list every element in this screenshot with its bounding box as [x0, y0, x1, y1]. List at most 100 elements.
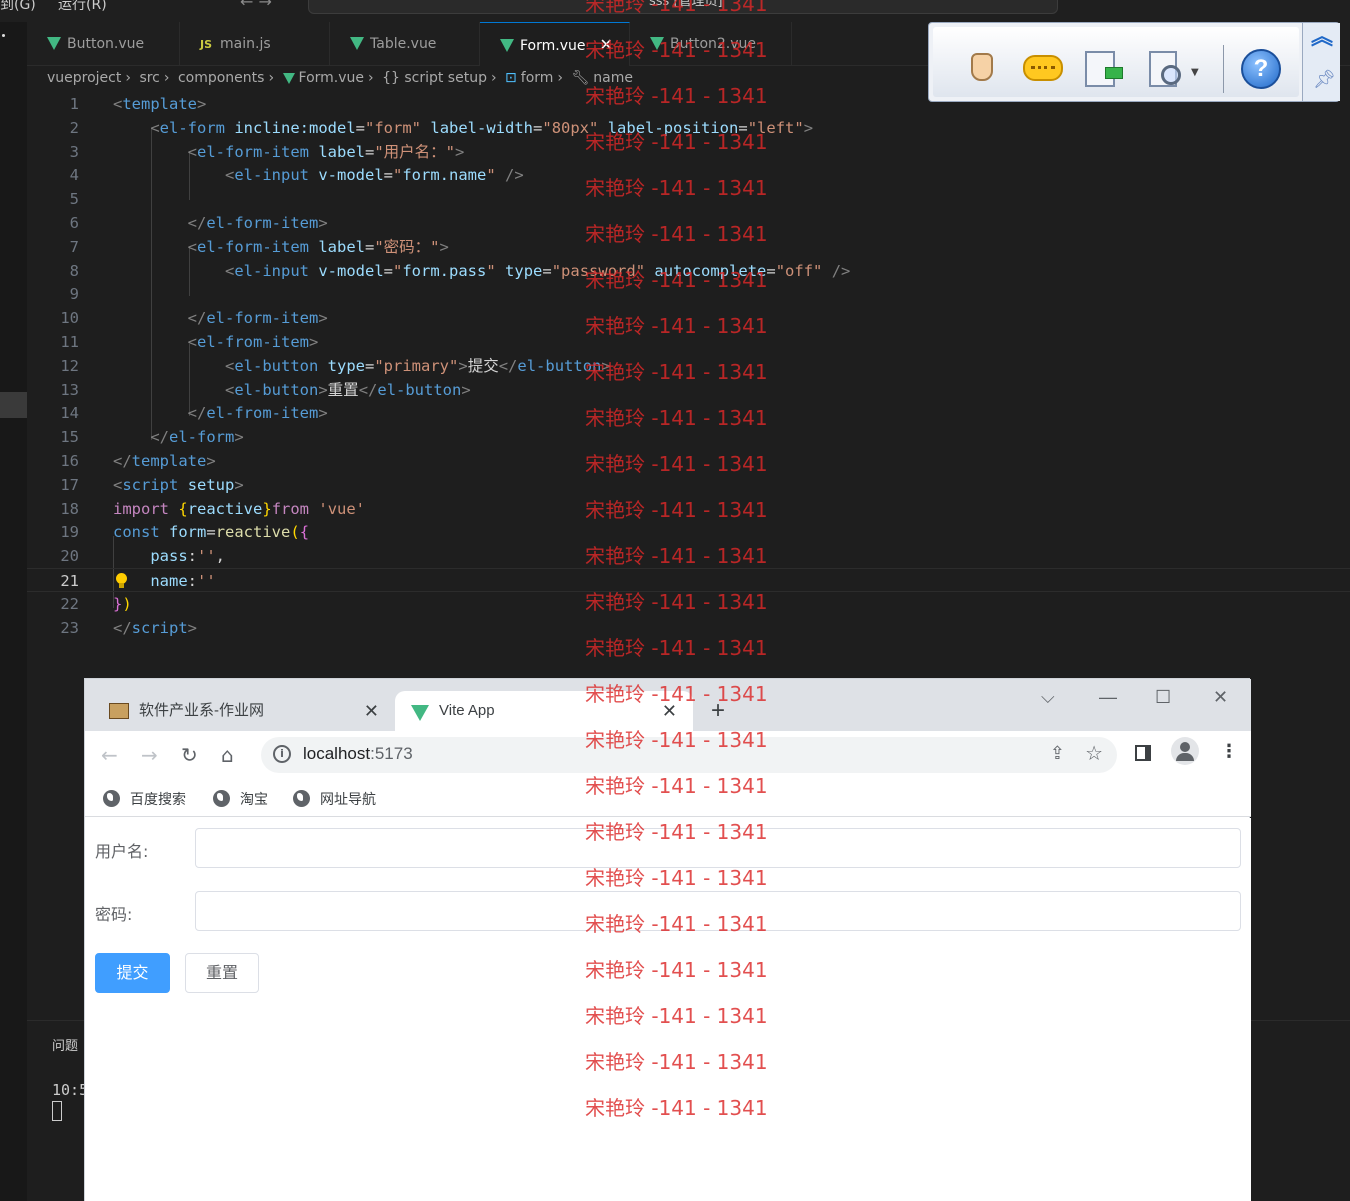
code-token: (	[290, 523, 300, 542]
breadcrumb-item[interactable]: src	[139, 70, 159, 86]
tab-main-js[interactable]: JS main.js	[180, 22, 330, 66]
site-info-icon[interactable]: i	[273, 745, 291, 763]
breadcrumb-item[interactable]: Form.vue	[299, 70, 365, 86]
code-token: el-form-item	[206, 214, 319, 232]
export-document-icon[interactable]	[1079, 47, 1125, 93]
minimize-icon[interactable]: —	[1099, 687, 1117, 708]
code-text: </script>	[113, 616, 197, 640]
code-token: </	[113, 309, 207, 328]
bookmark-label: 百度搜索	[130, 792, 186, 808]
bookmark-baidu[interactable]: 百度搜索	[103, 789, 186, 809]
back-icon[interactable]: ←	[101, 743, 118, 767]
code-token: =	[533, 118, 543, 137]
pin-icon[interactable]: 📌︎	[1313, 69, 1336, 90]
code-token: 'vue'	[318, 499, 366, 518]
watermark-text: 宋艳玲 -141 - 1341	[585, 774, 768, 798]
bookmark-nav[interactable]: 网址导航	[293, 789, 376, 809]
reload-icon[interactable]: ↻	[181, 743, 198, 767]
watermark-text: 宋艳玲 -141 - 1341	[585, 452, 768, 476]
code-token: <	[113, 142, 197, 161]
profile-avatar-icon[interactable]	[1171, 737, 1199, 765]
bookmark-taobao[interactable]: 淘宝	[213, 789, 268, 809]
code-token: el-button	[234, 356, 319, 375]
watermark-text: 宋艳玲 -141 - 1341	[585, 728, 768, 752]
code-token: >	[187, 618, 198, 637]
tab-button-vue[interactable]: Button.vue	[27, 22, 180, 66]
activity-selected-item[interactable]	[0, 392, 27, 418]
line-number: 7	[69, 237, 79, 256]
chevron-right-icon: ›	[268, 70, 275, 86]
nav-back-forward-icon[interactable]: ← →	[240, 0, 272, 11]
code-token: el-button	[377, 380, 462, 399]
code-text: import {reactive}from 'vue'	[113, 497, 365, 521]
collapse-chevron-icon[interactable]: ︽	[1311, 27, 1333, 49]
tab-label: Button.vue	[67, 36, 145, 52]
code-text: </el-form>	[113, 425, 244, 449]
code-token: "primary"	[374, 356, 459, 375]
tab-label: main.js	[220, 36, 271, 52]
breadcrumb-item[interactable]: components	[178, 70, 265, 86]
code-token: }	[262, 499, 272, 518]
watermark-text: 宋艳玲 -141 - 1341	[585, 130, 768, 154]
submit-button[interactable]: 提交	[95, 953, 170, 993]
browser-window: 软件产业系-作业网 ✕ Vite App ✕ + ⌵ — ☐ ✕ ← → ↻ ⌂…	[84, 678, 1251, 1201]
code-text: </template>	[113, 449, 216, 473]
activity-bar	[0, 22, 27, 1201]
code-token: 重置	[327, 380, 359, 399]
menu-goto[interactable]: 到(G)	[0, 0, 36, 14]
breadcrumb-item[interactable]: {} script setup	[382, 70, 487, 86]
code-token: >	[318, 380, 328, 399]
vue-icon	[500, 39, 514, 52]
tab-table-vue[interactable]: Table.vue	[330, 22, 480, 66]
watermark-text: 宋艳玲 -141 - 1341	[585, 636, 768, 660]
code-token: >	[461, 380, 471, 399]
line-number: 17	[60, 475, 79, 494]
code-token: form.name	[402, 166, 487, 185]
code-token: </	[498, 356, 518, 375]
chevron-right-icon: ›	[557, 70, 564, 86]
watermark-text: 宋艳玲 -141 - 1341	[585, 912, 768, 936]
code-text: const form=reactive({	[113, 520, 309, 544]
home-icon[interactable]: ⌂	[221, 743, 234, 767]
watermark-text: 宋艳玲 -141 - 1341	[585, 406, 768, 430]
line-number: 13	[60, 380, 79, 399]
share-icon[interactable]: ⇪	[1050, 743, 1065, 764]
code-text: name:''	[113, 569, 215, 593]
bookmark-star-icon[interactable]: ☆	[1085, 741, 1103, 765]
reset-button[interactable]: 重置	[185, 953, 259, 993]
code-token: el-form	[159, 118, 225, 137]
line-number: 1	[69, 95, 79, 113]
breadcrumb-item[interactable]: form	[521, 70, 554, 86]
window-close-icon[interactable]: ✕	[1213, 687, 1228, 708]
more-menu-icon[interactable]: ⋮	[1220, 741, 1238, 762]
watermark-text: 宋艳玲 -141 - 1341	[585, 866, 768, 890]
side-panel-icon[interactable]	[1135, 745, 1151, 761]
variable-icon: ⊡	[505, 70, 517, 86]
code-token: <	[113, 166, 235, 185]
watermark-text: 宋艳玲 -141 - 1341	[585, 176, 768, 200]
browser-tab-homework[interactable]: 软件产业系-作业网 ✕	[95, 691, 395, 731]
code-token: <	[113, 380, 235, 399]
help-icon[interactable]: ?	[1239, 47, 1285, 93]
forward-icon[interactable]: →	[141, 743, 158, 767]
close-tab-icon[interactable]: ✕	[364, 691, 379, 731]
activity-dot	[2, 34, 5, 37]
menu-run[interactable]: 运行(R)	[58, 0, 107, 14]
watermark-text: 宋艳玲 -141 - 1341	[585, 1096, 768, 1120]
code-token: >	[234, 428, 244, 447]
line-number: 11	[60, 333, 79, 351]
search-document-icon[interactable]: ▼	[1143, 47, 1199, 93]
breadcrumb-item[interactable]: vueproject	[47, 70, 121, 86]
comment-icon[interactable]	[1019, 47, 1065, 93]
hand-icon[interactable]	[959, 47, 1005, 93]
maximize-icon[interactable]: ☐	[1155, 687, 1171, 708]
tab-search-chevron-icon[interactable]: ⌵	[1041, 687, 1055, 708]
code-token: label	[318, 237, 365, 256]
panel-tab-problems[interactable]: 问题	[52, 1035, 78, 1054]
terminal-output: 10:5	[52, 1081, 89, 1099]
